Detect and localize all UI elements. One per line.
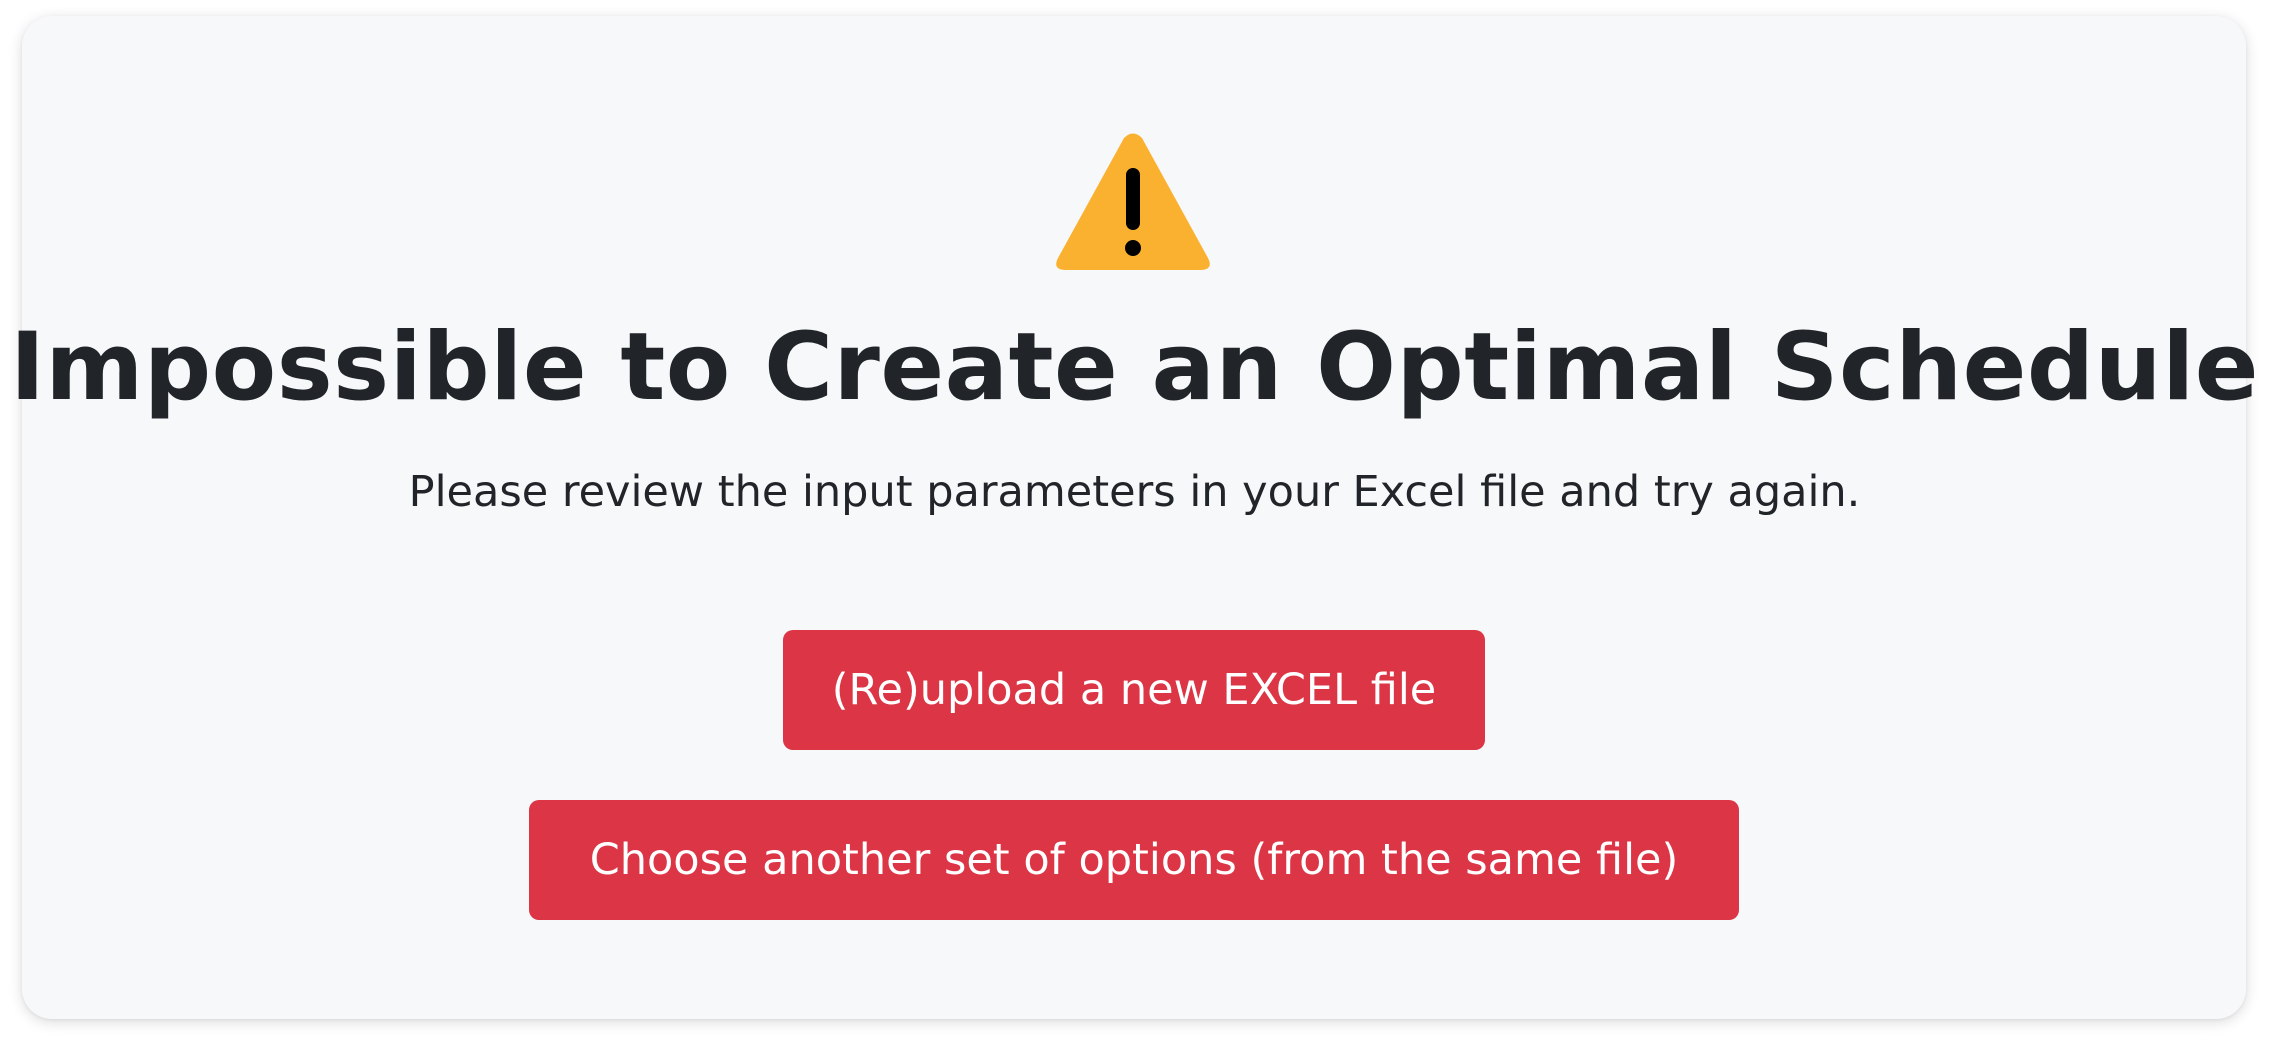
page-title: Impossible to Create an Optimal Schedule [9, 313, 2260, 422]
choose-options-button[interactable]: Choose another set of options (from the … [529, 800, 1739, 920]
page-subtitle: Please review the input parameters in yo… [408, 467, 1861, 517]
page: Impossible to Create an Optimal Schedule… [0, 0, 2269, 1048]
warning-triangle-icon [1054, 132, 1212, 272]
reupload-excel-button[interactable]: (Re)upload a new EXCEL file [783, 630, 1485, 750]
